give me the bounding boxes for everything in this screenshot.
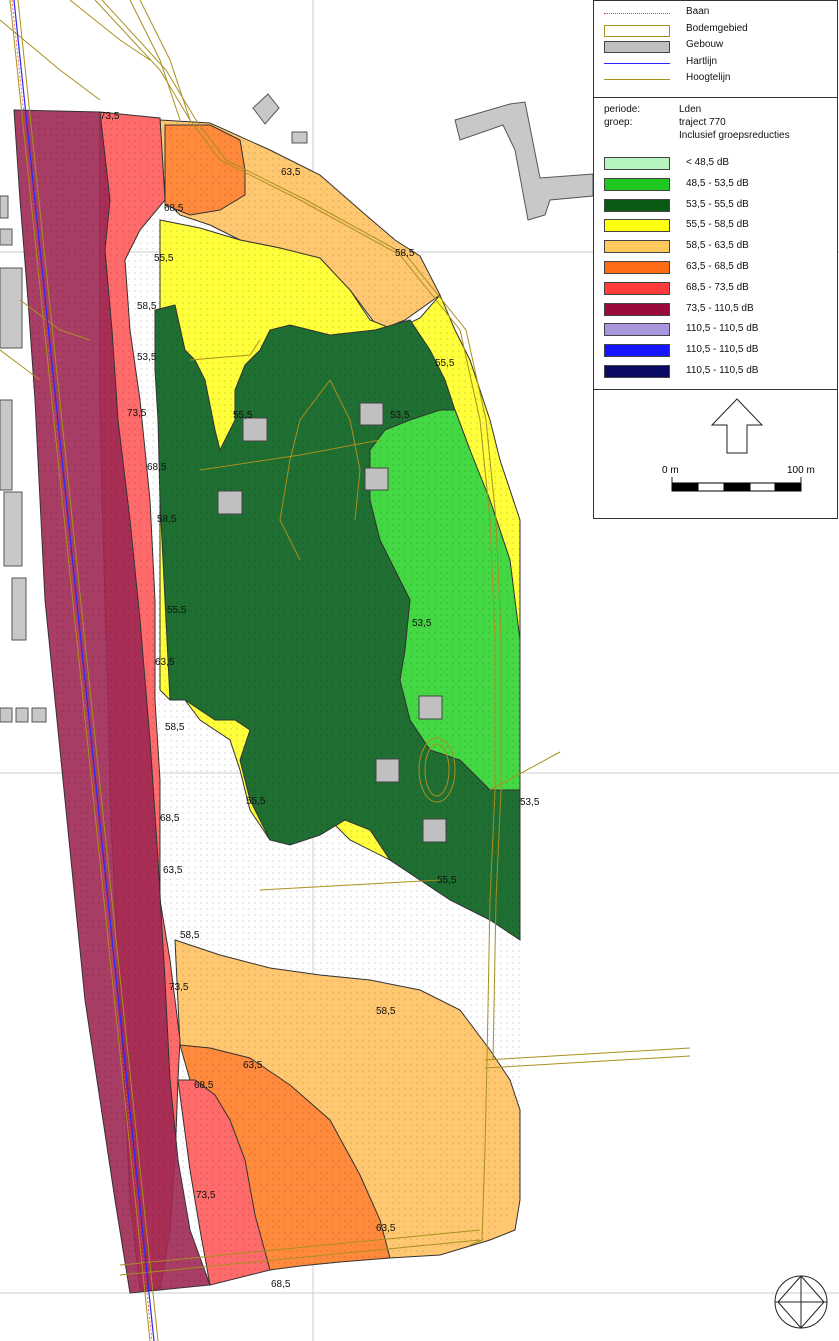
contour-label: 63,5 bbox=[281, 167, 301, 178]
legend-item-label: Baan bbox=[686, 6, 710, 17]
groep-key: groep: bbox=[604, 117, 633, 128]
contour-label: 73,5 bbox=[127, 408, 147, 419]
contour-label: 55,5 bbox=[154, 253, 174, 264]
contour-label: 68,5 bbox=[194, 1080, 214, 1091]
periode-value: Lden bbox=[679, 104, 702, 115]
class-label: 110,5 - 110,5 dB bbox=[686, 365, 759, 376]
scale-bar bbox=[671, 477, 802, 492]
class-label: 68,5 - 73,5 dB bbox=[686, 281, 749, 293]
bodemgebied-symbol-icon bbox=[604, 25, 670, 37]
contour-label: 53,5 bbox=[137, 352, 157, 363]
legend-item-label: Hartlijn bbox=[686, 56, 718, 67]
class-label: 53,5 - 55,5 dB bbox=[686, 198, 749, 210]
contour-label: 68,5 bbox=[147, 462, 167, 473]
legend-scale-section: 0 m 100 m bbox=[594, 389, 837, 519]
contour-label: 55,5 bbox=[437, 875, 457, 886]
class-label: 48,5 - 53,5 dB bbox=[686, 177, 749, 189]
contour-label: 58,5 bbox=[180, 930, 200, 941]
legend-feature-section: Baan Bodemgebied Gebouw Hartlijn Hoogtel… bbox=[594, 1, 837, 98]
contour-label: 53,5 bbox=[520, 797, 540, 808]
periode-key: periode: bbox=[604, 104, 641, 115]
north-arrow-icon bbox=[774, 1275, 828, 1329]
contour-label: 68,5 bbox=[271, 1279, 291, 1290]
class-swatch bbox=[604, 177, 670, 191]
contour-label: 58,5 bbox=[395, 248, 415, 259]
contour-label: 58,5 bbox=[165, 722, 185, 733]
class-label: 58,5 - 63,5 dB bbox=[686, 240, 749, 252]
contour-label: 73,5 bbox=[196, 1190, 216, 1201]
contour-label: 55,5 bbox=[233, 410, 253, 421]
class-label: 110,5 - 110,5 dB bbox=[686, 344, 759, 356]
legend-item-label: Gebouw bbox=[686, 39, 724, 50]
class-label: 55,5 - 58,5 dB bbox=[686, 219, 749, 231]
class-swatch bbox=[604, 261, 670, 274]
class-swatch bbox=[604, 302, 670, 316]
contour-label: 63,5 bbox=[155, 657, 175, 668]
contour-zones bbox=[13, 109, 521, 1294]
class-swatch bbox=[604, 240, 670, 254]
contour-label: 58,5 bbox=[137, 301, 157, 312]
contour-label: 63,5 bbox=[243, 1060, 263, 1071]
gebouw-symbol-icon bbox=[604, 41, 670, 53]
class-label: 110,5 - 110,5 dB bbox=[686, 323, 759, 335]
class-swatch bbox=[604, 281, 670, 295]
map-legend: Baan Bodemgebied Gebouw Hartlijn Hoogtel… bbox=[593, 0, 838, 519]
contour-label: 58,5 bbox=[157, 514, 177, 525]
class-swatch bbox=[604, 198, 670, 212]
class-label: < 48,5 dB bbox=[686, 157, 730, 168]
class-label: 73,5 - 110,5 dB bbox=[686, 302, 754, 314]
contour-label: 73,5 bbox=[169, 982, 189, 993]
class-swatch bbox=[604, 365, 670, 378]
contour-label: 68,5 bbox=[164, 203, 184, 214]
class-swatch bbox=[604, 157, 670, 170]
legend-item-label: Bodemgebied bbox=[686, 23, 748, 34]
contour-label: 53,5 bbox=[390, 410, 410, 421]
hartlijn-symbol-icon bbox=[604, 63, 670, 64]
zone-dot-overlay bbox=[14, 110, 520, 1293]
contour-label: 73,5 bbox=[100, 111, 120, 122]
contour-label: 58,5 bbox=[376, 1006, 396, 1017]
contour-label: 55,5 bbox=[435, 358, 455, 369]
contour-label: 63,5 bbox=[163, 865, 183, 876]
baan-symbol-icon bbox=[604, 13, 670, 14]
class-swatch bbox=[604, 323, 670, 337]
groep-value: traject 770 bbox=[679, 117, 726, 128]
contour-label: 63,5 bbox=[376, 1223, 396, 1234]
contour-label: 53,5 bbox=[412, 618, 432, 629]
class-swatch bbox=[604, 344, 670, 358]
class-swatch bbox=[604, 219, 670, 233]
contour-label: 68,5 bbox=[160, 813, 180, 824]
contour-label: 55,5 bbox=[167, 605, 187, 616]
legend-item-label: Hoogtelijn bbox=[686, 72, 731, 83]
groep-value-note: Inclusief groepsreducties bbox=[679, 130, 790, 141]
contour-label: 55,5 bbox=[246, 796, 266, 807]
hoogtelijn-symbol-icon bbox=[604, 79, 670, 80]
class-label: 63,5 - 68,5 dB bbox=[686, 261, 749, 272]
legend-class-section: periode: Lden groep: traject 770 Inclusi… bbox=[594, 97, 837, 390]
